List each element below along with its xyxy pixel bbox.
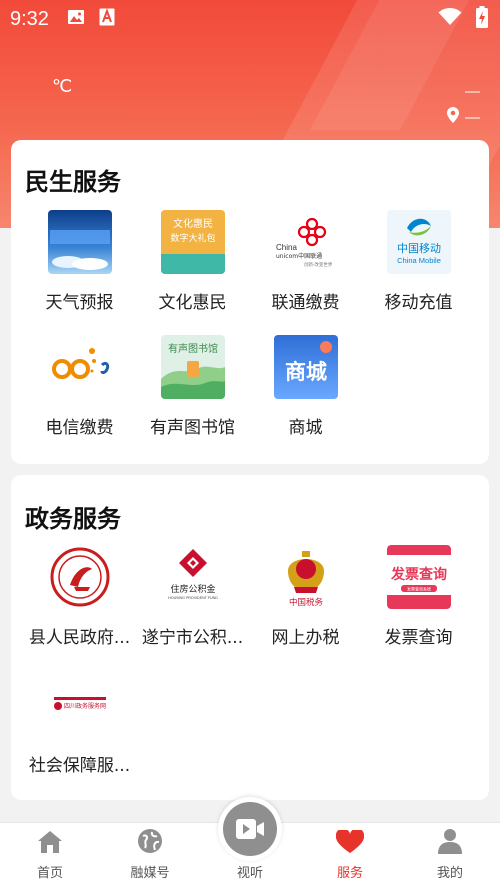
location-value: — [465, 108, 480, 126]
housing-fund-text-1: 住房公积金 [170, 583, 215, 595]
service-label: 有声图书馆 [150, 418, 235, 438]
sichuan-gov-service-logo-icon: 四川政务服务网 [47, 673, 112, 737]
service-telecom-payment[interactable]: 电信缴费 [23, 335, 136, 445]
tab-label: 服务 [336, 866, 363, 881]
service-online-tax[interactable]: 中国税务 网上办税 [249, 545, 362, 655]
tab-service[interactable]: 服务 [300, 823, 400, 888]
china-mobile-logo-icon: 中国移动 China Mobile [386, 210, 451, 274]
service-housing-fund[interactable]: 住房公积金 HOUSING PROVIDENT FUND 遂宁市公积... [136, 545, 249, 655]
weather-thumb-icon [47, 210, 112, 274]
font-notification-icon [99, 8, 115, 30]
county-gov-emblem-icon [47, 545, 112, 609]
wifi-icon [438, 8, 462, 30]
service-label: 网上办税 [271, 628, 340, 648]
service-county-government[interactable]: 县人民政府... [23, 545, 136, 655]
tax-emblem-icon: 中国税务 [273, 545, 338, 609]
tab-label: 首页 [36, 866, 63, 881]
home-icon [37, 830, 63, 858]
china-unicom-logo-icon: China unicom中国联通 创新·改变世界 [273, 210, 338, 274]
china-telecom-logo-icon [47, 335, 112, 399]
mall-thumb-icon: 商城 [273, 335, 338, 399]
service-label: 发票查询 [384, 628, 453, 648]
tab-mine[interactable]: 我的 [400, 823, 500, 888]
mobile-logo-text-1: 中国移动 [397, 242, 441, 255]
unicom-logo-text-3: 创新·改变世界 [304, 261, 333, 268]
service-culture-benefit[interactable]: 文化惠民 数字大礼包 文化惠民 [136, 210, 249, 320]
service-label: 县人民政府... [28, 628, 131, 648]
mobile-logo-text-2: China Mobile [397, 256, 441, 265]
audio-library-thumb-text: 有声图书馆 [168, 342, 218, 355]
sichuan-logo-text: 四川政务服务网 [64, 702, 106, 710]
culture-thumb-text-1: 文化惠民 [173, 217, 213, 230]
tab-media[interactable]: 融媒号 [100, 823, 200, 888]
service-weather-forecast[interactable]: 天气预报 [23, 210, 136, 320]
status-bar: 9:32 [0, 0, 500, 38]
service-mobile-recharge[interactable]: 中国移动 China Mobile 移动充值 [362, 210, 475, 320]
globe-icon [137, 828, 163, 858]
audio-video-center-button[interactable] [218, 797, 282, 861]
service-invoice-query[interactable]: 发票查询 发票查询系统 发票查询 [362, 545, 475, 655]
tax-emblem-text: 中国税务 [288, 597, 323, 608]
section-title: 民生服务 [25, 168, 121, 196]
section-title: 政务服务 [25, 505, 121, 533]
video-icon [223, 802, 277, 856]
culture-thumb-text-2: 数字大礼包 [170, 232, 215, 244]
user-icon [438, 828, 462, 858]
culture-thumb-icon: 文化惠民 数字大礼包 [160, 210, 225, 274]
service-label: 天气预报 [45, 293, 114, 313]
location-pin-icon [447, 107, 459, 127]
service-label: 文化惠民 [158, 293, 227, 313]
invoice-query-thumb-icon: 发票查询 发票查询系统 [386, 545, 451, 609]
tab-label: 我的 [436, 866, 463, 881]
service-label: 商城 [288, 418, 323, 438]
service-social-security[interactable]: 四川政务服务网 社会保障服... [23, 673, 136, 783]
service-audio-library[interactable]: 有声图书馆 有声图书馆 [136, 335, 249, 445]
service-unicom-payment[interactable]: China unicom中国联通 创新·改变世界 联通缴费 [249, 210, 362, 320]
audio-library-thumb-icon: 有声图书馆 [160, 335, 225, 399]
tab-label: 融媒号 [130, 866, 170, 881]
invoice-thumb-text: 发票查询 [390, 566, 447, 583]
weather-info: — — [447, 78, 480, 130]
unicom-logo-text-2: unicom中国联通 [276, 252, 322, 260]
service-mall[interactable]: 商城 商城 [249, 335, 362, 445]
tab-home[interactable]: 首页 [0, 823, 100, 888]
heart-icon [335, 828, 365, 858]
image-notification-icon [67, 8, 85, 30]
unicom-logo-text-1: China [276, 243, 297, 252]
tab-label: 视听 [236, 866, 263, 881]
mall-thumb-text: 商城 [285, 360, 327, 384]
minsheng-service-card: 民生服务 天气预报 文化惠民 数字大礼包 文化惠民 China unicom中国… [11, 140, 489, 464]
weather-temperature-unit: ℃ [52, 76, 73, 96]
service-label: 联通缴费 [271, 293, 340, 313]
service-label: 移动充值 [384, 293, 453, 313]
invoice-thumb-subtext: 发票查询系统 [407, 586, 431, 592]
service-label: 电信缴费 [45, 418, 114, 438]
housing-fund-logo-icon: 住房公积金 HOUSING PROVIDENT FUND [160, 545, 225, 609]
service-label: 遂宁市公积... [141, 628, 244, 648]
weather-value: — [465, 82, 480, 100]
housing-fund-text-2: HOUSING PROVIDENT FUND [168, 596, 218, 600]
zhengwu-service-card: 政务服务 县人民政府... 住房公积金 HOUSING PROVIDENT FU… [11, 475, 489, 800]
service-label: 社会保障服... [28, 756, 131, 776]
battery-icon [476, 6, 488, 32]
status-time: 9:32 [10, 7, 49, 30]
